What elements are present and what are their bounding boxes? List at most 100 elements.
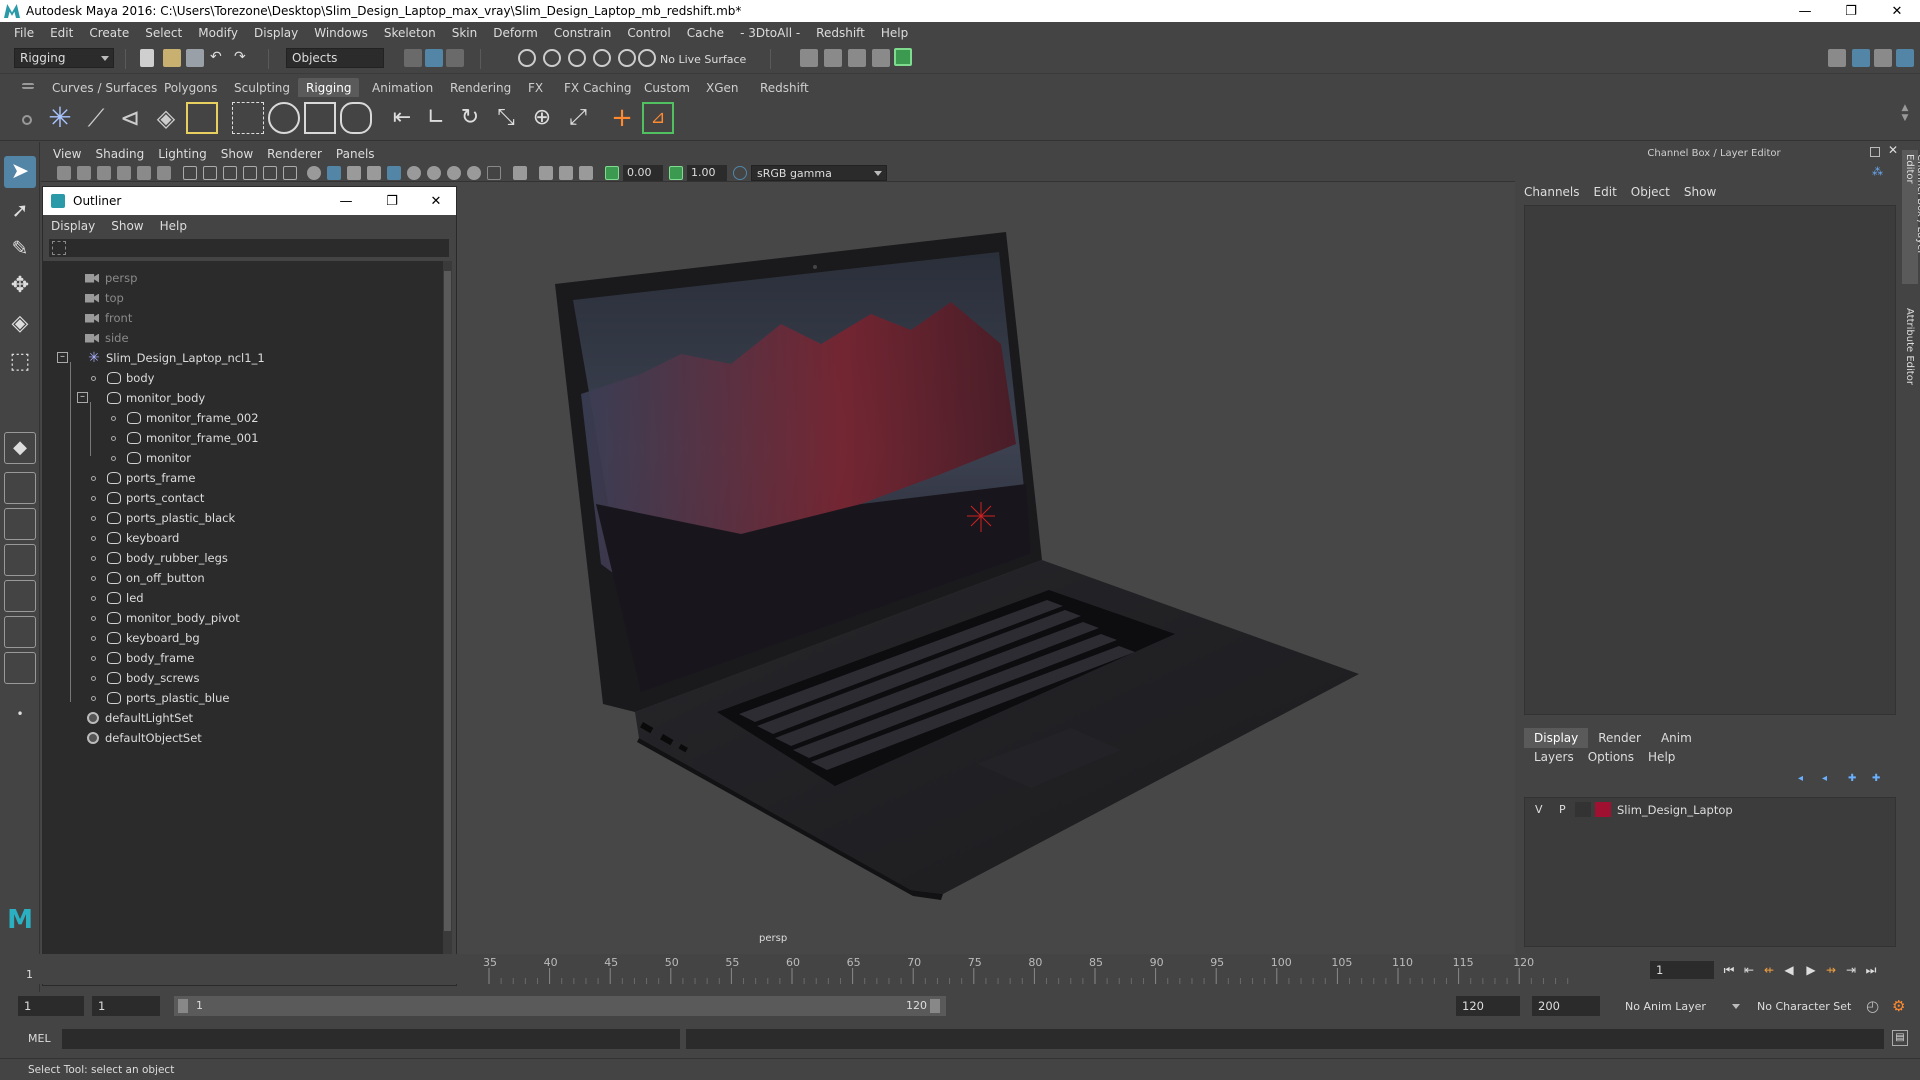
cluster-icon[interactable]	[340, 102, 372, 134]
persp-graph-layout-icon[interactable]	[4, 544, 36, 576]
move-tool-icon[interactable]: ✥	[4, 270, 36, 302]
menu-control[interactable]: Control	[619, 26, 678, 40]
outliner-title-bar[interactable]: Outliner — ❐ ✕	[43, 187, 456, 215]
tab-xgen[interactable]: XGen	[698, 78, 747, 97]
step-forward-frame-icon[interactable]: ⇸	[1824, 963, 1838, 977]
cb-menu-object[interactable]: Object	[1631, 185, 1670, 199]
parent-constraint-icon[interactable]: ⇤	[386, 102, 418, 134]
range-slider-bar[interactable]: 1 120	[174, 996, 946, 1016]
snap-grid-icon[interactable]	[518, 49, 536, 67]
side-tab-channel-box[interactable]: Channel Box / Layer Editor	[1902, 150, 1920, 284]
tab-polygons[interactable]: Polygons	[156, 78, 225, 97]
collapse-toggle[interactable]: –	[77, 392, 88, 403]
outliner-item[interactable]: monitor	[127, 448, 191, 468]
tab-fx-caching[interactable]: FX Caching	[556, 78, 639, 97]
camera-attributes-icon[interactable]	[77, 166, 91, 180]
close-panel-icon[interactable]: ✕	[1888, 143, 1898, 157]
script-editor-icon[interactable]: ▤	[1892, 1030, 1908, 1046]
ambient-occlusion-icon[interactable]	[427, 166, 441, 180]
playback-end-field[interactable]: 120	[1456, 996, 1520, 1016]
outliner-item[interactable]: monitor_body_pivot	[107, 608, 240, 628]
play-backwards-icon[interactable]: ◀	[1782, 963, 1796, 977]
menu-create[interactable]: Create	[81, 26, 137, 40]
live-surface-label[interactable]: No Live Surface	[660, 53, 746, 66]
color-management-icon[interactable]	[733, 166, 747, 180]
menu-edit[interactable]: Edit	[42, 26, 81, 40]
save-scene-icon[interactable]	[186, 49, 204, 67]
menu-windows[interactable]: Windows	[306, 26, 376, 40]
render-view-icon[interactable]	[824, 49, 842, 67]
minimize-button[interactable]: —	[1782, 0, 1828, 22]
go-to-end-icon[interactable]: ⏭	[1864, 963, 1878, 977]
exposure-icon[interactable]	[605, 166, 619, 180]
step-back-frame-icon[interactable]: ⇷	[1762, 963, 1776, 977]
outliner-item[interactable]: led	[107, 588, 144, 608]
outliner-item[interactable]: monitor_body	[107, 388, 205, 408]
outliner-item[interactable]: body_screws	[107, 668, 199, 688]
outliner-item[interactable]: persp	[85, 268, 137, 288]
smooth-shade-icon[interactable]	[327, 166, 341, 180]
collapse-toggle[interactable]: –	[57, 352, 68, 363]
move-layer-down-icon[interactable]: ◂	[1822, 773, 1834, 784]
current-frame-field[interactable]: 1	[1650, 961, 1714, 979]
textured-icon[interactable]	[367, 166, 381, 180]
tab-redshift[interactable]: Redshift	[752, 78, 817, 97]
outliner-item[interactable]: body_rubber_legs	[107, 548, 228, 568]
menu-3dtoall[interactable]: - 3DtoAll -	[732, 26, 808, 40]
vp-menu-renderer[interactable]: Renderer	[267, 147, 322, 161]
tab-rigging[interactable]: Rigging	[298, 78, 360, 97]
selection-mode-dropdown[interactable]: Objects	[286, 48, 384, 68]
grid-icon[interactable]	[183, 166, 197, 180]
animation-start-field[interactable]: 1	[18, 996, 84, 1016]
pole-vector-icon[interactable]: ⤢	[562, 102, 594, 134]
outliner-close-button[interactable]: ✕	[413, 187, 459, 215]
outliner-item[interactable]: monitor_frame_002	[127, 408, 259, 428]
menuset-dropdown[interactable]: Rigging	[14, 48, 114, 68]
outliner-item[interactable]: ports_contact	[107, 488, 204, 508]
tool-settings-toggle-icon[interactable]	[1874, 49, 1892, 67]
outliner-item[interactable]: ports_plastic_blue	[107, 688, 229, 708]
open-scene-icon[interactable]	[163, 49, 181, 67]
command-input[interactable]	[62, 1029, 680, 1049]
outliner-menu-display[interactable]: Display	[51, 219, 95, 233]
select-hierarchy-icon[interactable]	[404, 49, 422, 67]
joint-tool-icon[interactable]: ✳	[44, 102, 76, 134]
select-object-icon[interactable]	[425, 49, 443, 67]
resolution-gate-icon[interactable]	[223, 166, 237, 180]
render-settings-icon[interactable]	[800, 49, 818, 67]
motion-blur-icon[interactable]	[447, 166, 461, 180]
outliner-item[interactable]: body	[107, 368, 154, 388]
vp-menu-show[interactable]: Show	[221, 147, 253, 161]
depth-of-field-icon[interactable]	[487, 166, 501, 180]
undo-icon[interactable]: ↶	[210, 49, 228, 67]
outliner-minimize-button[interactable]: —	[323, 187, 369, 215]
safe-action-icon[interactable]	[283, 166, 297, 180]
layer-menu-help[interactable]: Help	[1648, 750, 1675, 764]
menu-file[interactable]: File	[6, 26, 42, 40]
new-scene-icon[interactable]	[140, 49, 154, 67]
step-forward-key-icon[interactable]: ⇥	[1844, 963, 1858, 977]
wireframe-on-shaded-icon[interactable]	[347, 166, 361, 180]
cb-menu-edit[interactable]: Edit	[1594, 185, 1617, 199]
rotate-tool-icon[interactable]: ◈	[4, 308, 36, 340]
layer-color-swatch[interactable]	[1595, 802, 1611, 817]
ik-spline-icon[interactable]: ⊲	[114, 102, 146, 134]
outliner-item[interactable]: side	[85, 328, 129, 348]
smooth-bind-icon[interactable]	[268, 102, 300, 134]
tab-fx[interactable]: FX	[520, 78, 551, 97]
cb-menu-show[interactable]: Show	[1684, 185, 1716, 199]
outliner-item[interactable]: defaultLightSet	[87, 708, 193, 728]
character-set-dropdown[interactable]: No Character Set	[1752, 996, 1864, 1016]
field-chart-icon[interactable]	[263, 166, 277, 180]
outliner-item[interactable]: on_off_button	[107, 568, 205, 588]
tab-render-layers[interactable]: Render	[1588, 728, 1651, 748]
twod-pan-zoom-icon[interactable]	[137, 166, 151, 180]
menu-deform[interactable]: Deform	[485, 26, 546, 40]
anti-aliasing-icon[interactable]	[467, 166, 481, 180]
channel-box-help-icon[interactable]: ⁂	[1872, 165, 1886, 178]
side-tab-attribute-editor[interactable]: Attribute Editor	[1902, 304, 1918, 392]
outliner-vertical-scrollbar[interactable]	[443, 261, 452, 961]
outliner-item[interactable]: front	[85, 308, 132, 328]
range-start-handle[interactable]	[178, 999, 188, 1013]
quick-rig-icon[interactable]	[186, 102, 218, 134]
